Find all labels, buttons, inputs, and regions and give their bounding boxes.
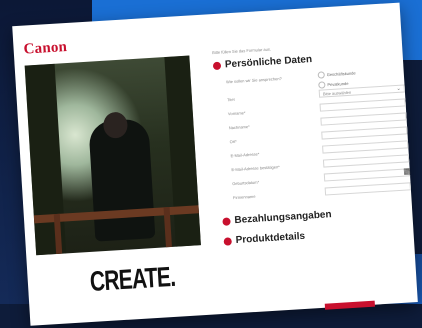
email-confirm-field[interactable] — [322, 154, 410, 168]
submit-button[interactable] — [324, 300, 376, 310]
company-input[interactable] — [324, 182, 411, 196]
section-personal-data[interactable]: Persönliche Daten — [212, 54, 313, 71]
canon-logo: Canon — [23, 39, 68, 58]
section-toggle-icon — [223, 236, 232, 246]
hero-photo — [24, 55, 201, 256]
photographer-figure — [88, 118, 156, 242]
select-value: Bitte auswählen — [322, 89, 352, 96]
form-intro: Bitte füllen Sie das Formular aus. — [212, 46, 272, 56]
canon-form-page: Canon CREATE. Bitte füllen Sie das Formu… — [12, 2, 418, 326]
calendar-icon[interactable]: ▦ — [403, 166, 411, 175]
radio-icon — [317, 71, 325, 79]
chevron-down-icon: ⌄ — [396, 85, 401, 92]
field-label: Vorname* — [227, 109, 246, 116]
section-title: Persönliche Daten — [224, 54, 313, 71]
section-toggle-icon — [222, 216, 231, 226]
field-label: Geburtsdatum* — [232, 179, 260, 186]
field-label: Nachname* — [228, 123, 250, 130]
radio-label: Geschäftskunde — [326, 70, 356, 78]
field-label: Ort* — [229, 138, 237, 144]
section-payment[interactable]: Bezahlungsangaben — [222, 209, 332, 227]
section-title: Produktdetails — [235, 230, 306, 247]
field-label: E-Mail-Adresse bestätigen* — [231, 163, 280, 172]
firstname-input[interactable] — [319, 98, 406, 112]
lastname-input[interactable] — [320, 112, 407, 126]
section-title: Bezahlungsangaben — [234, 209, 332, 227]
title-select[interactable]: Bitte auswählen ⌄ — [318, 84, 405, 98]
birthdate-input[interactable]: ▦ — [323, 166, 411, 182]
field-label: Firmenname — [232, 193, 256, 200]
field-label: Wie sollen wir Sie ansprechen? — [225, 75, 282, 84]
section-product-details[interactable]: Produktdetails — [223, 231, 305, 247]
field-label: Titel — [226, 96, 235, 102]
radio-business[interactable]: Geschäftskunde — [317, 69, 356, 79]
create-tagline: CREATE. — [88, 260, 177, 298]
email-field[interactable] — [322, 140, 409, 154]
section-toggle-icon — [212, 61, 222, 70]
city-input[interactable] — [321, 126, 408, 140]
field-label: E-Mail-Adresse* — [230, 150, 260, 158]
